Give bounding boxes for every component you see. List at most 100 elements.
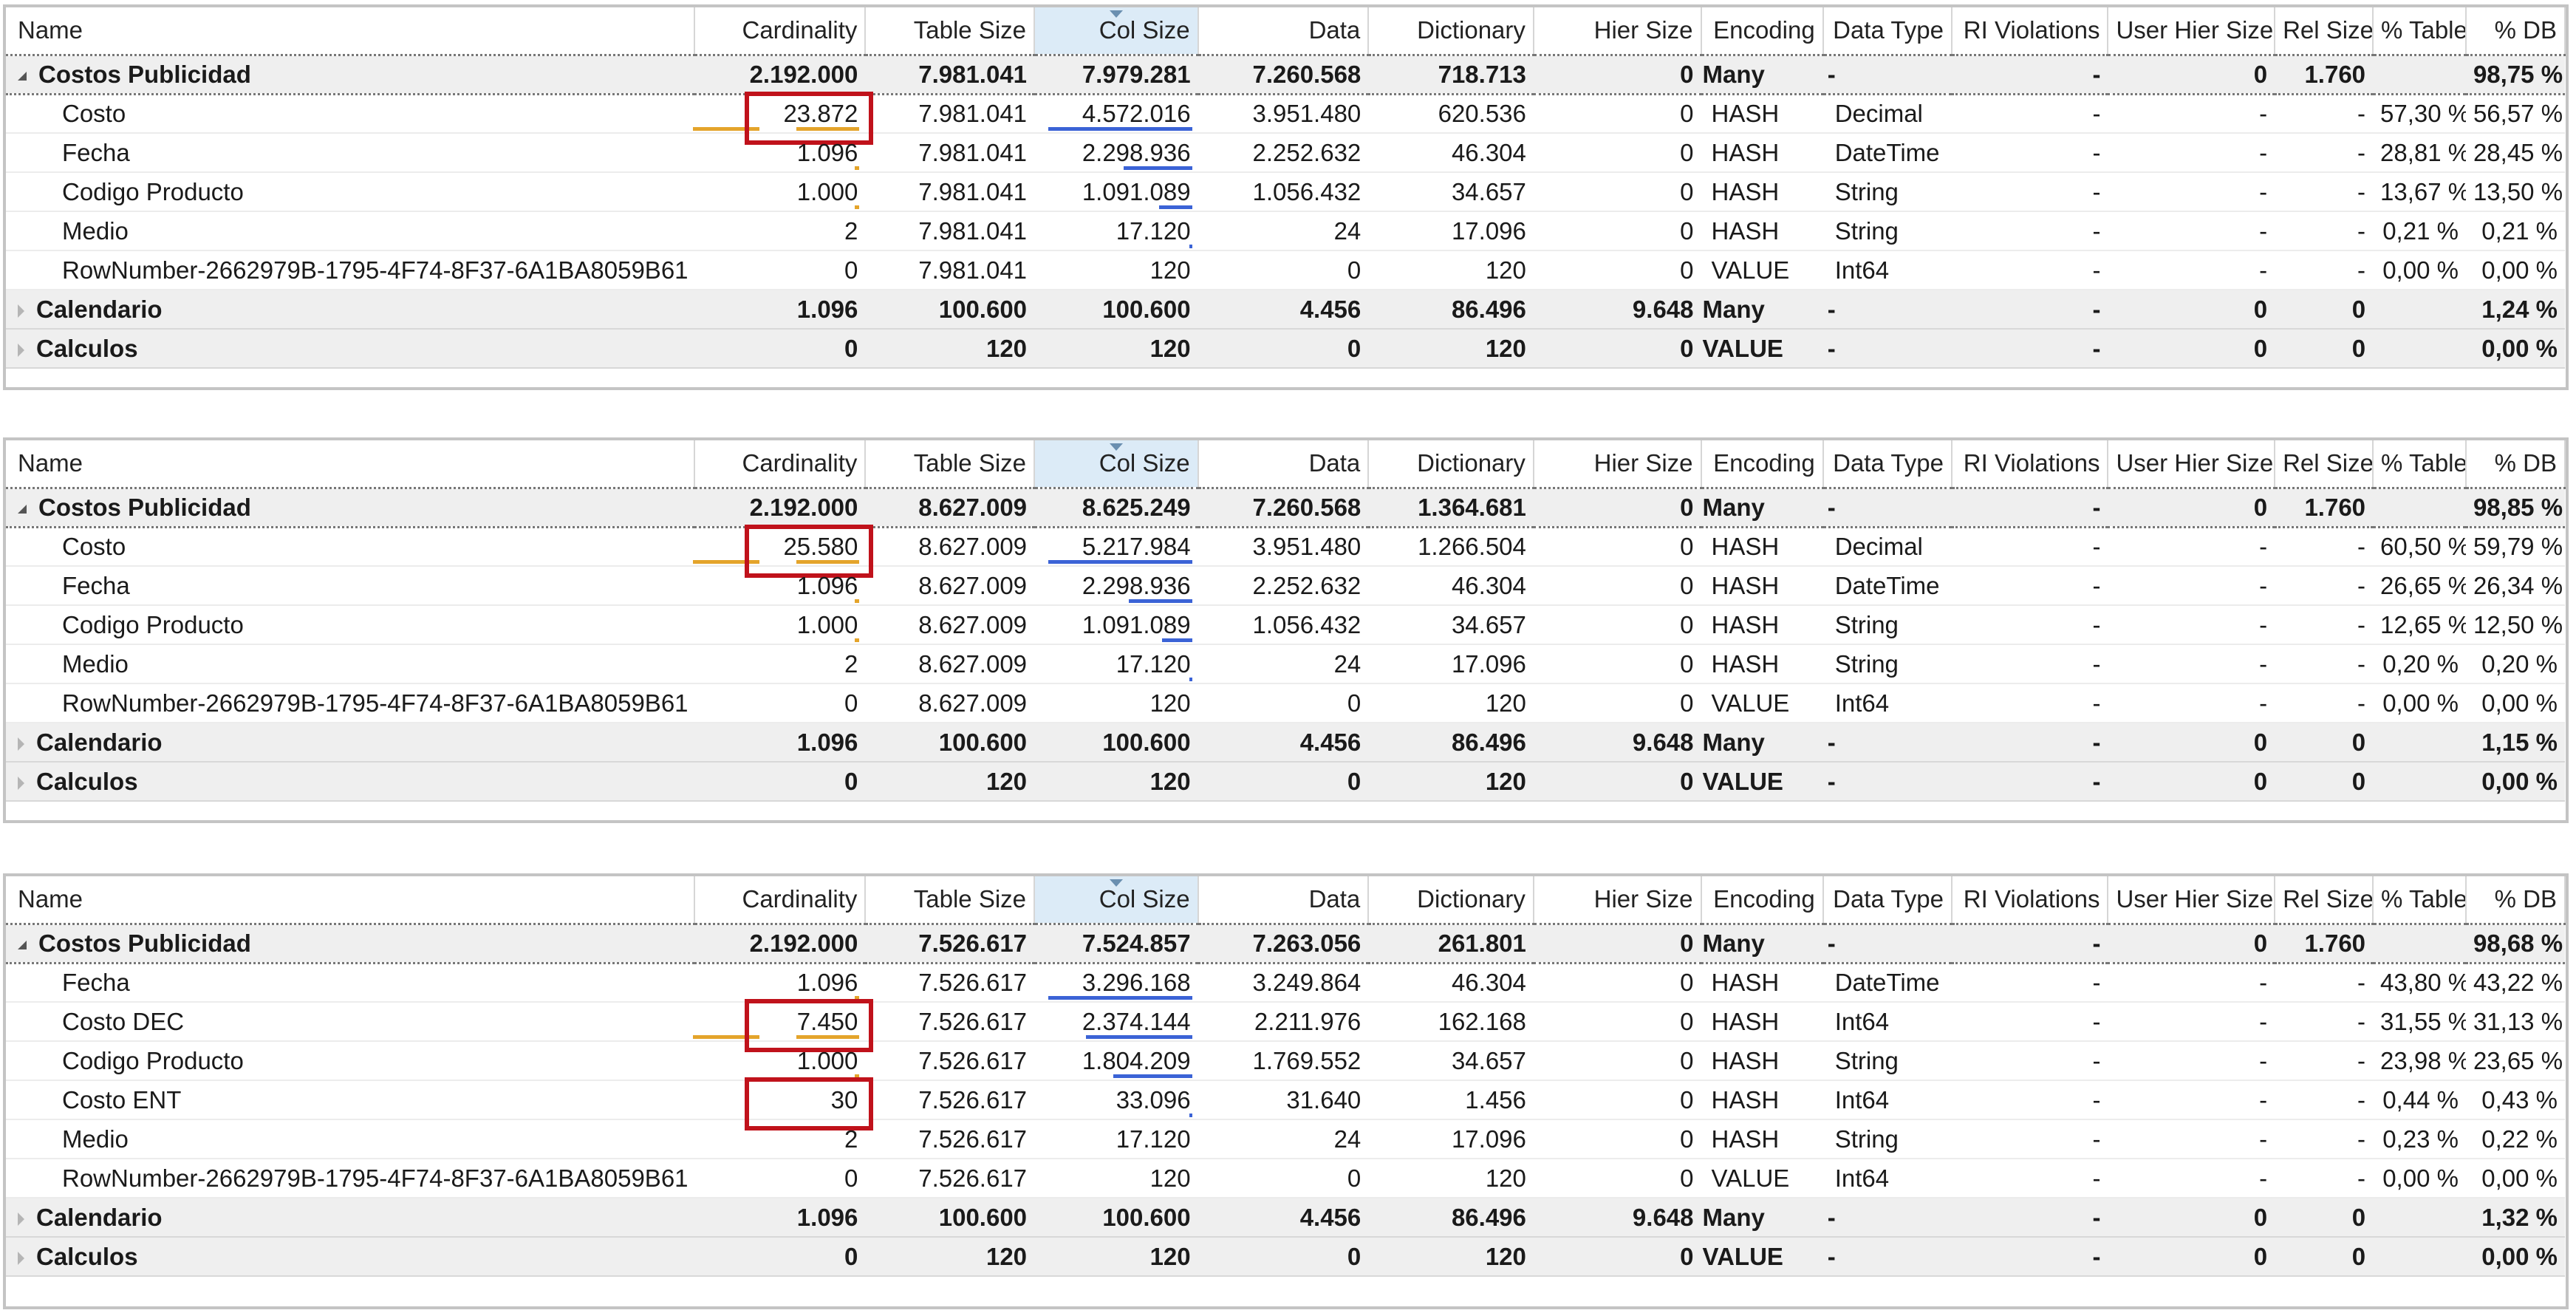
table-group-row[interactable]: Costos Publicidad 2.192.000 8.627.009 8.625…	[6, 486, 2565, 528]
column-header-name[interactable]: Name	[6, 876, 695, 924]
column-row[interactable]: RowNumber-2662979B-1795-4F74-8F37-6A1BA8…	[6, 250, 2565, 290]
column-row[interactable]: Fecha 1.096 7.526.617 3.296.168 3.249.864 46.…	[6, 963, 2565, 1003]
column-header-rel-size[interactable]: Rel Size	[2275, 7, 2374, 55]
column-header-data[interactable]: Data	[1198, 440, 1370, 488]
column-header-name[interactable]: Name	[6, 7, 695, 55]
column-header-rel-size[interactable]: Rel Size	[2275, 876, 2374, 924]
column-header-hier-size[interactable]: Hier Size	[1533, 876, 1702, 924]
cell-rel-size: -	[2275, 1159, 2374, 1198]
cell-ri-violations: -	[1951, 486, 2108, 528]
table-group-row[interactable]: Costos Publicidad 2.192.000 7.526.617 7.524…	[6, 922, 2565, 964]
cell-cardinality: 2	[694, 1119, 866, 1159]
column-header-data[interactable]: Data	[1198, 7, 1370, 55]
collapse-triangle-icon[interactable]	[18, 504, 27, 514]
column-header-data-type[interactable]: Data Type	[1822, 7, 1953, 55]
cell-encoding: HASH	[1701, 211, 1823, 251]
cell-cardinality: 0	[694, 762, 866, 802]
column-header-dictionary[interactable]: Dictionary	[1368, 7, 1534, 55]
table-group-row[interactable]: Costos Publicidad 2.192.000 7.981.041 7.979…	[6, 53, 2565, 95]
expand-triangle-icon[interactable]	[18, 343, 24, 357]
expand-triangle-icon[interactable]	[18, 1251, 24, 1265]
column-row[interactable]: Costo 23.872 7.981.041 4.572.016 3.951.480 62…	[6, 91, 2565, 145]
column-header-pct-table[interactable]: % Table	[2373, 7, 2467, 55]
expand-triangle-icon[interactable]	[18, 776, 24, 790]
column-header-table-size[interactable]: Table Size	[865, 7, 1036, 55]
cell-encoding: Many	[1701, 1198, 1823, 1238]
table-group-row[interactable]: Calendario 1.096 100.600 100.600 4.456 86.496…	[6, 723, 2565, 763]
column-header-name[interactable]: Name	[6, 440, 695, 488]
column-header-pct-db[interactable]: % DB	[2465, 7, 2566, 55]
collapse-triangle-icon[interactable]	[18, 71, 27, 81]
cell-hier-size: 9.648	[1533, 1198, 1701, 1238]
column-header-encoding[interactable]: Encoding	[1701, 440, 1824, 488]
column-header-table-size[interactable]: Table Size	[865, 876, 1036, 924]
column-row[interactable]: Fecha 1.096 8.627.009 2.298.936 2.252.632 46.…	[6, 566, 2565, 606]
column-header-user-hier-size[interactable]: User Hier Size	[2108, 876, 2276, 924]
column-row[interactable]: Codigo Producto 1.000 7.526.617 1.804.209 1.…	[6, 1041, 2565, 1081]
column-row[interactable]: Costo ENT 30 7.526.617 33.096 31.640 1.456 0 HA…	[6, 1077, 2565, 1130]
column-header-cardinality[interactable]: Cardinality	[694, 7, 867, 55]
column-header-cardinality[interactable]: Cardinality	[694, 440, 867, 488]
column-header-hier-size[interactable]: Hier Size	[1533, 440, 1702, 488]
column-header-dictionary[interactable]: Dictionary	[1368, 876, 1534, 924]
col-size-bar	[1048, 996, 1192, 1000]
column-header-ri-violations[interactable]: RI Violations	[1951, 7, 2109, 55]
cell-table-size: 8.627.009	[865, 683, 1035, 723]
column-header-ri-violations[interactable]: RI Violations	[1951, 876, 2109, 924]
table-group-row[interactable]: Calculos 0 120 120 0 120 0 VALUE - -0 0 0,00 %	[6, 762, 2565, 802]
column-row[interactable]: Medio 2 7.526.617 17.120 24 17.096 0 HASH String…	[6, 1119, 2565, 1159]
column-header-col-size[interactable]: Col Size	[1034, 876, 1199, 924]
column-header-pct-table[interactable]: % Table	[2373, 440, 2467, 488]
expand-triangle-icon[interactable]	[18, 737, 24, 751]
cell-col-size: 33.096	[1034, 1080, 1198, 1120]
column-header-data[interactable]: Data	[1198, 876, 1370, 924]
column-row[interactable]: Medio 2 7.981.041 17.120 24 17.096 0 HASH String…	[6, 211, 2565, 251]
cell-user-hier-size: -	[2108, 963, 2275, 1003]
column-header-encoding[interactable]: Encoding	[1701, 876, 1824, 924]
column-header-user-hier-size[interactable]: User Hier Size	[2108, 440, 2276, 488]
collapse-triangle-icon[interactable]	[18, 940, 27, 949]
column-header-encoding[interactable]: Encoding	[1701, 7, 1824, 55]
column-row[interactable]: Codigo Producto 1.000 8.627.009 1.091.089 1.…	[6, 605, 2565, 645]
table-group-row[interactable]: Calculos 0 120 120 0 120 0 VALUE - -0 0 0,00 %	[6, 1237, 2565, 1277]
column-row[interactable]: Costo 25.580 8.627.009 5.217.984 3.951.480 1.…	[6, 524, 2565, 578]
expand-triangle-icon[interactable]	[18, 1212, 24, 1226]
column-header-pct-db[interactable]: % DB	[2465, 440, 2566, 488]
cell-pct-table	[2373, 1198, 2466, 1238]
column-header-hier-size[interactable]: Hier Size	[1533, 7, 1702, 55]
cell-encoding: Many	[1701, 290, 1823, 330]
table-group-row[interactable]: Calendario 1.096 100.600 100.600 4.456 86.496…	[6, 290, 2565, 330]
table-group-row[interactable]: Calculos 0 120 120 0 120 0 VALUE - -0 0 0,00 %	[6, 329, 2565, 369]
column-header-dictionary[interactable]: Dictionary	[1368, 440, 1534, 488]
column-row[interactable]: Medio 2 8.627.009 17.120 24 17.096 0 HASH String…	[6, 644, 2565, 684]
column-header-col-size[interactable]: Col Size	[1034, 7, 1199, 55]
cell-col-size: 100.600	[1034, 290, 1198, 330]
column-header-table-size[interactable]: Table Size	[865, 440, 1036, 488]
cell-name: Costo DEC	[6, 1002, 694, 1042]
cell-rel-size: -	[2275, 1119, 2374, 1159]
column-row[interactable]: Fecha 1.096 7.981.041 2.298.936 2.252.632 46.…	[6, 133, 2565, 173]
column-header-data-type[interactable]: Data Type	[1822, 440, 1953, 488]
header-row: Name Cardinality Table Size Col Size Data Dic…	[6, 440, 2566, 488]
cell-encoding: HASH	[1701, 1002, 1823, 1042]
expand-triangle-icon[interactable]	[18, 304, 24, 318]
column-header-col-size[interactable]: Col Size	[1034, 440, 1199, 488]
column-header-ri-violations[interactable]: RI Violations	[1951, 440, 2109, 488]
column-row[interactable]: Costo DEC 7.450 7.526.617 2.374.144 2.211.97…	[6, 999, 2565, 1052]
cell-pct-db: 0,20 %	[2465, 644, 2565, 684]
table-group-row[interactable]: Calendario 1.096 100.600 100.600 4.456 86.496…	[6, 1198, 2565, 1238]
cell-pct-table	[2373, 762, 2466, 802]
column-row[interactable]: Codigo Producto 1.000 7.981.041 1.091.089 1.…	[6, 172, 2565, 212]
column-header-user-hier-size[interactable]: User Hier Size	[2108, 7, 2276, 55]
column-header-rel-size[interactable]: Rel Size	[2275, 440, 2374, 488]
column-header-pct-table[interactable]: % Table	[2373, 876, 2467, 924]
column-header-data-type[interactable]: Data Type	[1822, 876, 1953, 924]
column-header-cardinality[interactable]: Cardinality	[694, 876, 867, 924]
cell-col-size: 120	[1034, 329, 1198, 369]
cell-name: Calendario	[6, 290, 694, 330]
column-row[interactable]: RowNumber-2662979B-1795-4F74-8F37-6A1BA8…	[6, 1159, 2565, 1198]
cell-rel-size: -	[2275, 250, 2374, 290]
cell-ri-violations: -	[1951, 527, 2108, 567]
column-header-pct-db[interactable]: % DB	[2465, 876, 2566, 924]
column-row[interactable]: RowNumber-2662979B-1795-4F74-8F37-6A1BA8…	[6, 683, 2565, 723]
